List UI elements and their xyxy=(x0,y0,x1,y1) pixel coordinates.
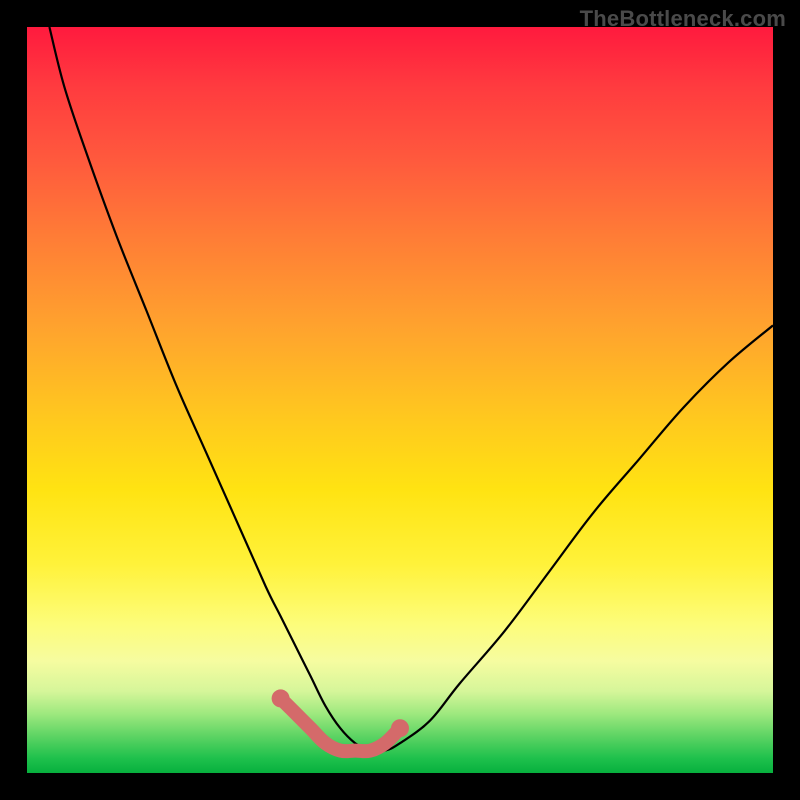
plot-area xyxy=(27,27,773,773)
chart-frame: TheBottleneck.com xyxy=(0,0,800,800)
